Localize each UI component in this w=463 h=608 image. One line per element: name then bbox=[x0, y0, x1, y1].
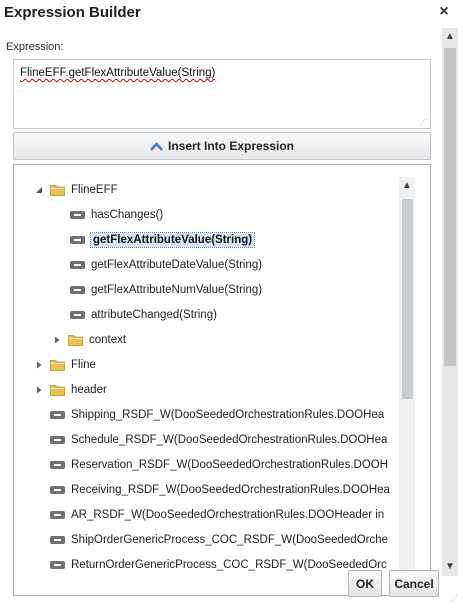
tree-node-label: getFlexAttributeNumValue(String) bbox=[91, 284, 263, 296]
function-icon bbox=[50, 461, 65, 469]
tree-node-label: getFlexAttributeDateValue(String) bbox=[91, 259, 263, 271]
expanded-triangle-icon[interactable] bbox=[34, 185, 44, 195]
tree-function-node[interactable]: attributeChanged(String) bbox=[70, 304, 217, 326]
tree-node-label: attributeChanged(String) bbox=[91, 309, 217, 321]
tree-function-node[interactable]: Schedule_RSDF_W(DooSeededOrchestrationRu… bbox=[50, 429, 387, 451]
tree-function-node[interactable]: getFlexAttributeNumValue(String) bbox=[70, 279, 262, 301]
tree-function-node[interactable]: AR_RSDF_W(DooSeededOrchestrationRules.DO… bbox=[50, 504, 384, 526]
expression-builder-dialog: Expression Builder × Expression: FlineEF… bbox=[0, 0, 463, 608]
resize-grip-icon[interactable]: ⋰ bbox=[420, 119, 427, 126]
tree-function-node[interactable]: hasChanges() bbox=[70, 204, 163, 226]
dialog-content: Expression: FlineEFF.getFlexAttributeVal… bbox=[0, 28, 442, 596]
function-icon bbox=[70, 311, 85, 319]
tree-function-node[interactable]: ReturnOrderGenericProcess_COC_RSDF_W(Doo… bbox=[50, 554, 387, 576]
tree-function-node[interactable]: ShipOrderGenericProcess_COC_RSDF_W(DooSe… bbox=[50, 529, 388, 551]
tree-function-node[interactable]: Shipping_RSDF_W(DooSeededOrchestrationRu… bbox=[50, 404, 384, 426]
tree-scroll-thumb[interactable] bbox=[402, 199, 413, 399]
folder-icon bbox=[68, 335, 83, 346]
function-icon bbox=[50, 511, 65, 519]
collapsed-triangle-icon[interactable] bbox=[34, 385, 44, 395]
tree-function-node[interactable]: Receiving_RSDF_W(DooSeededOrchestrationR… bbox=[50, 479, 390, 501]
function-icon bbox=[70, 261, 85, 269]
function-icon bbox=[50, 486, 65, 494]
insert-into-expression-button[interactable]: Insert Into Expression bbox=[13, 132, 431, 160]
expression-textarea[interactable]: FlineEFF.getFlexAttributeValue(String) ⋰ bbox=[13, 59, 431, 129]
tree-function-node[interactable]: getFlexAttributeValue(String) bbox=[70, 229, 256, 251]
tree-node-label: hasChanges() bbox=[91, 209, 164, 221]
tree-node-label: ReturnOrderGenericProcess_COC_RSDF_W(Doo… bbox=[71, 559, 387, 571]
scroll-down-icon[interactable]: ▼ bbox=[442, 558, 458, 576]
expression-text: FlineEFF.getFlexAttributeValue(String) bbox=[20, 67, 216, 79]
tree-node-label: FlineEFF bbox=[71, 184, 118, 196]
title-bar: Expression Builder × bbox=[0, 0, 463, 28]
tree-node-label: Receiving_RSDF_W(DooSeededOrchestrationR… bbox=[71, 484, 390, 496]
close-icon[interactable]: × bbox=[436, 3, 452, 21]
chevron-up-icon bbox=[150, 141, 163, 151]
tree-node-label: getFlexAttributeValue(String) bbox=[89, 232, 256, 248]
tree-function-node[interactable]: getFlexAttributeDateValue(String) bbox=[70, 254, 262, 276]
tree-node-label: Shipping_RSDF_W(DooSeededOrchestrationRu… bbox=[71, 409, 385, 421]
cancel-button[interactable]: Cancel bbox=[389, 570, 439, 597]
function-icon bbox=[50, 411, 65, 419]
collapsed-triangle-icon[interactable] bbox=[34, 360, 44, 370]
tree-folder-node[interactable]: context bbox=[52, 329, 126, 351]
insert-button-label: Insert Into Expression bbox=[167, 139, 295, 153]
tree-folder-node[interactable]: FlineEFF bbox=[34, 179, 118, 201]
tree-node-label: Reservation_RSDF_W(DooSeededOrchestratio… bbox=[71, 459, 389, 471]
scroll-up-icon[interactable]: ▲ bbox=[442, 28, 458, 46]
folder-icon bbox=[50, 385, 65, 396]
tree-node-label: header bbox=[71, 384, 107, 396]
tree-folder-node[interactable]: Fline bbox=[34, 354, 96, 376]
function-icon bbox=[50, 536, 65, 544]
scroll-up-icon[interactable]: ▲ bbox=[399, 177, 415, 195]
function-icon bbox=[70, 211, 85, 219]
tree-scrollbar[interactable]: ▲ bbox=[399, 177, 415, 595]
tree-node-label: Schedule_RSDF_W(DooSeededOrchestrationRu… bbox=[71, 434, 388, 446]
function-icon bbox=[70, 236, 85, 244]
function-icon bbox=[50, 561, 65, 569]
tree-node-label: ShipOrderGenericProcess_COC_RSDF_W(DooSe… bbox=[71, 534, 389, 546]
folder-icon bbox=[50, 360, 65, 371]
tree-function-node[interactable]: Reservation_RSDF_W(DooSeededOrchestratio… bbox=[50, 454, 388, 476]
function-icon bbox=[50, 436, 65, 444]
function-tree: FlineEFF hasChanges() getFlexAttributeValu… bbox=[13, 164, 431, 596]
folder-icon bbox=[50, 185, 65, 196]
tree-node-label: AR_RSDF_W(DooSeededOrchestrationRules.DO… bbox=[71, 509, 385, 521]
collapsed-triangle-icon[interactable] bbox=[52, 335, 62, 345]
tree-node-label: context bbox=[89, 334, 127, 346]
dialog-resize-grip-icon[interactable]: ⋰ bbox=[450, 594, 458, 603]
tree-node-label: Fline bbox=[71, 359, 96, 371]
tree-folder-node[interactable]: header bbox=[34, 379, 107, 401]
dialog-scroll-thumb[interactable] bbox=[444, 48, 456, 366]
dialog-scrollbar[interactable]: ▲ ▼ bbox=[442, 28, 458, 576]
expression-label: Expression: bbox=[6, 41, 64, 53]
function-icon bbox=[70, 286, 85, 294]
dialog-title: Expression Builder bbox=[4, 4, 141, 21]
ok-button[interactable]: OK bbox=[348, 570, 382, 597]
